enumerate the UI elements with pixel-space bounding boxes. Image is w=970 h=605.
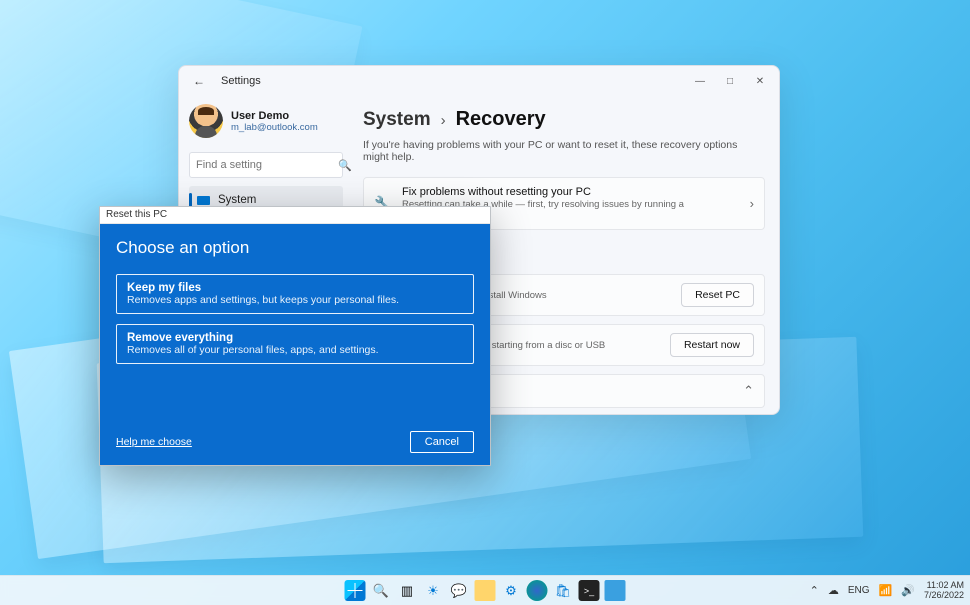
settings-icon[interactable]: ⚙ xyxy=(501,580,522,601)
back-button[interactable]: ← xyxy=(189,72,209,90)
page-subtitle: If you're having problems with your PC o… xyxy=(363,139,765,163)
tile-title: Fix problems without resetting your PC xyxy=(402,186,740,198)
titlebar: ← Settings ― □ ✕ xyxy=(179,66,779,96)
file-explorer-icon[interactable] xyxy=(475,580,496,601)
option-desc: Removes apps and settings, but keeps you… xyxy=(127,294,463,306)
app-icon[interactable] xyxy=(605,580,626,601)
profile-email: m_lab@outlook.com xyxy=(231,122,318,133)
option-desc: Removes all of your personal files, apps… xyxy=(127,344,463,356)
chat-icon[interactable]: 💬 xyxy=(449,580,470,601)
close-button[interactable]: ✕ xyxy=(745,69,775,93)
start-button[interactable] xyxy=(345,580,366,601)
network-icon[interactable]: 📶 xyxy=(879,584,893,597)
restart-now-button[interactable]: Restart now xyxy=(670,333,754,357)
clock[interactable]: 11:02 AM 7/26/2022 xyxy=(924,581,964,601)
terminal-icon[interactable]: >_ xyxy=(579,580,600,601)
search-icon[interactable]: 🔍 xyxy=(371,580,392,601)
store-icon[interactable]: 🛍 xyxy=(553,580,574,601)
reset-dialog: Reset this PC Choose an option Keep my f… xyxy=(99,206,491,466)
option-keep-my-files[interactable]: Keep my files Removes apps and settings,… xyxy=(116,274,474,314)
widgets-icon[interactable]: ☀ xyxy=(423,580,444,601)
profile-name: User Demo xyxy=(231,110,318,122)
breadcrumb-current: Recovery xyxy=(456,108,546,131)
window-title: Settings xyxy=(221,75,261,87)
search-box[interactable]: 🔍 xyxy=(189,152,343,178)
dialog-heading: Choose an option xyxy=(116,238,474,258)
chevron-right-icon: › xyxy=(750,196,754,211)
search-input[interactable] xyxy=(196,159,338,171)
option-remove-everything[interactable]: Remove everything Removes all of your pe… xyxy=(116,324,474,364)
option-title: Keep my files xyxy=(127,282,463,294)
monitor-icon xyxy=(197,196,210,205)
clock-date: 7/26/2022 xyxy=(924,591,964,601)
dialog-title: Reset this PC xyxy=(100,207,490,224)
taskbar: 🔍 ▥ ☀ 💬 ⚙ 🛍 >_ ⌃ ☁ ENG 📶 🔊 11:02 AM 7/26… xyxy=(0,575,970,605)
language-indicator[interactable]: ENG xyxy=(848,585,870,596)
profile-block[interactable]: User Demo m_lab@outlook.com xyxy=(189,102,343,148)
breadcrumb: System › Recovery xyxy=(363,108,765,131)
help-me-choose-link[interactable]: Help me choose xyxy=(116,436,192,448)
chevron-up-icon[interactable]: ⌃ xyxy=(810,584,819,597)
chevron-up-icon: ⌃ xyxy=(743,383,754,399)
onedrive-icon[interactable]: ☁ xyxy=(828,584,839,597)
option-title: Remove everything xyxy=(127,332,463,344)
volume-icon[interactable]: 🔊 xyxy=(901,584,915,597)
sidebar-item-label: System xyxy=(218,194,256,206)
reset-pc-button[interactable]: Reset PC xyxy=(681,283,754,307)
cancel-button[interactable]: Cancel xyxy=(410,431,474,453)
chevron-right-icon: › xyxy=(441,112,446,129)
breadcrumb-system[interactable]: System xyxy=(363,109,431,131)
edge-icon[interactable] xyxy=(527,580,548,601)
search-icon: 🔍 xyxy=(338,159,351,172)
minimize-button[interactable]: ― xyxy=(685,69,715,93)
maximize-button[interactable]: □ xyxy=(715,69,745,93)
avatar xyxy=(189,104,223,138)
task-view-icon[interactable]: ▥ xyxy=(397,580,418,601)
